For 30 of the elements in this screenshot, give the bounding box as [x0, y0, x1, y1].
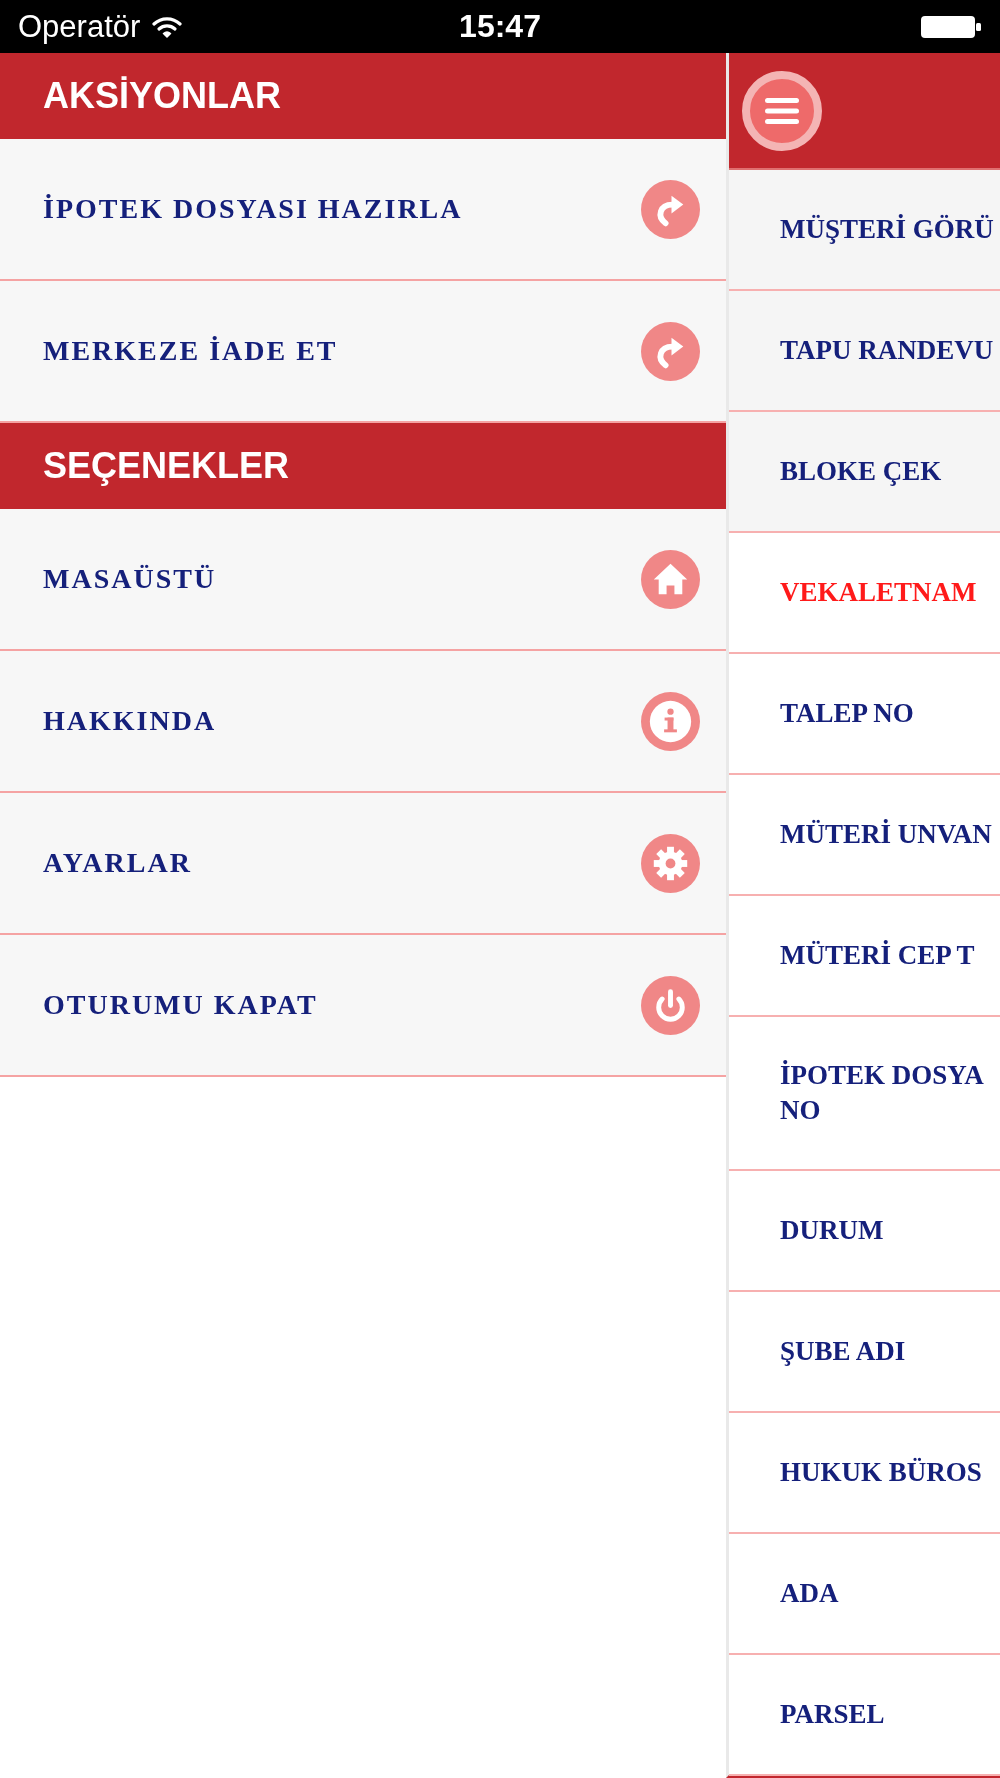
home-icon: [641, 549, 700, 609]
info-icon: [641, 691, 700, 751]
field-label: İPOTEK DOSYA NO: [780, 1059, 984, 1128]
menu-item[interactable]: MERKEZE İADE ET: [0, 281, 726, 423]
field-label: ŞUBE ADI: [780, 1335, 906, 1369]
menu-item[interactable]: HAKKINDA: [0, 651, 726, 793]
menu-item[interactable]: MASAÜSTÜ: [0, 509, 726, 651]
battery-icon: [920, 14, 982, 39]
field-label: TALEP NO: [780, 696, 914, 730]
field-label: ADA: [780, 1577, 839, 1611]
field-label: PARSEL: [780, 1698, 885, 1732]
field-label: HUKUK BÜROS: [780, 1456, 982, 1490]
field-label: MÜTERİ UNVAN: [780, 817, 992, 851]
action-button[interactable]: TAPU RANDEVU: [729, 291, 1000, 412]
settings-icon: [641, 833, 700, 893]
field-label: MÜTERİ CEP T: [780, 938, 975, 972]
clock-time: 15:47: [459, 8, 541, 45]
action-button[interactable]: MÜŞTERİ GÖRÜ: [729, 170, 1000, 291]
menu-item[interactable]: AYARLAR: [0, 793, 726, 935]
action-button[interactable]: BLOKE ÇEK: [729, 412, 1000, 533]
power-icon: [641, 975, 700, 1035]
menu-item[interactable]: İPOTEK DOSYASI HAZIRLA: [0, 139, 726, 281]
menu-item[interactable]: OTURUMU KAPAT: [0, 935, 726, 1077]
section-header: AKSİYONLAR: [0, 53, 726, 139]
wifi-icon: [152, 15, 183, 38]
carrier-name: Operatör: [18, 8, 141, 45]
field-label: VEKALETNAM: [780, 575, 977, 609]
field-label: DURUM: [780, 1214, 884, 1248]
menu-icon: [765, 97, 799, 124]
section-header: SEÇENEKLER: [0, 423, 726, 509]
